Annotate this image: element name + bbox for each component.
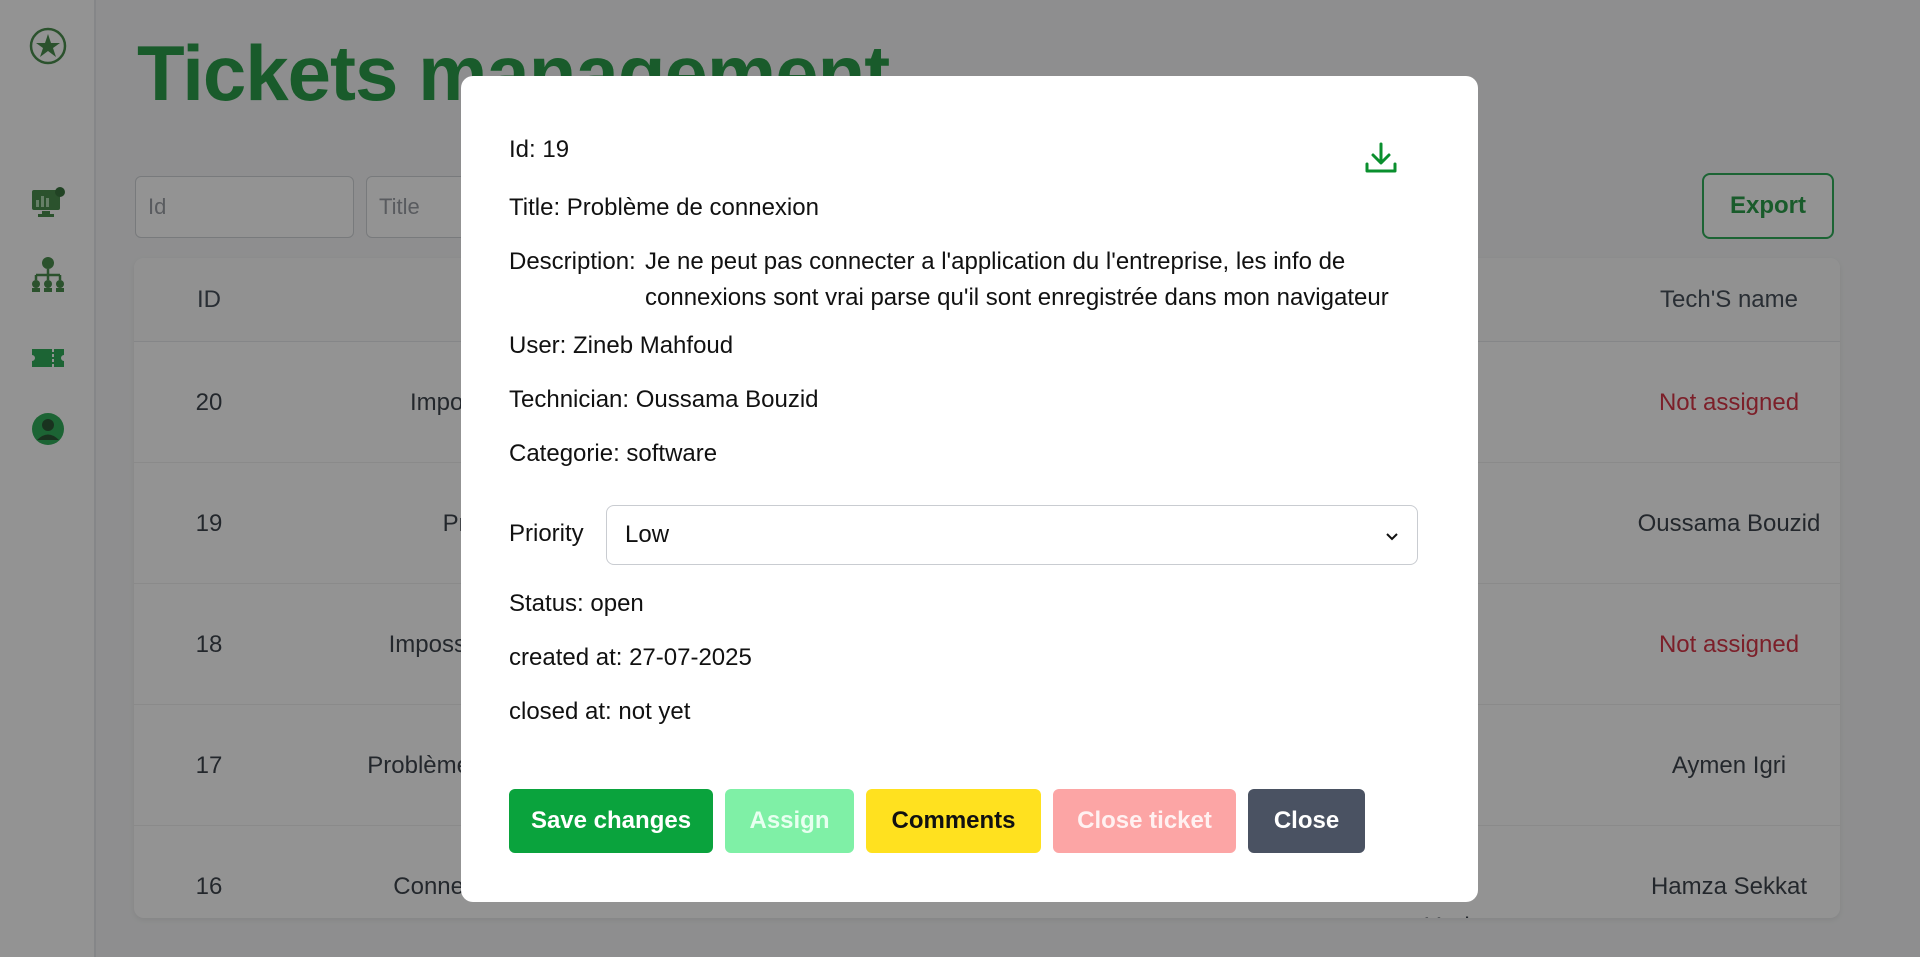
- description-value: Je ne peut pas connecter a l'application…: [645, 248, 1389, 311]
- ticket-title: Title: Problème de connexion: [509, 194, 819, 221]
- ticket-detail-modal: Id: 19 Title: Problème de connexion Desc…: [461, 76, 1478, 902]
- assign-button[interactable]: Assign: [725, 789, 854, 853]
- priority-select[interactable]: Low: [606, 505, 1418, 565]
- priority-label: Priority: [509, 520, 584, 547]
- comments-button[interactable]: Comments: [866, 789, 1041, 853]
- ticket-user: User: Zineb Mahfoud: [509, 332, 734, 359]
- ticket-categorie: Categorie: software: [509, 440, 718, 467]
- close-ticket-button[interactable]: Close ticket: [1053, 789, 1236, 853]
- description-label: Description:: [509, 248, 636, 275]
- ticket-closed-at: closed at: not yet: [509, 698, 691, 725]
- ticket-status: Status: open: [509, 590, 644, 617]
- priority-value: Low: [625, 521, 670, 548]
- ticket-id: Id: 19: [509, 136, 570, 163]
- save-changes-button[interactable]: Save changes: [509, 789, 713, 853]
- chevron-down-icon: [1385, 521, 1399, 549]
- download-icon[interactable]: [1361, 138, 1401, 178]
- close-button[interactable]: Close: [1248, 789, 1365, 853]
- ticket-technician: Technician: Oussama Bouzid: [509, 386, 819, 413]
- ticket-created-at: created at: 27-07-2025: [509, 644, 752, 671]
